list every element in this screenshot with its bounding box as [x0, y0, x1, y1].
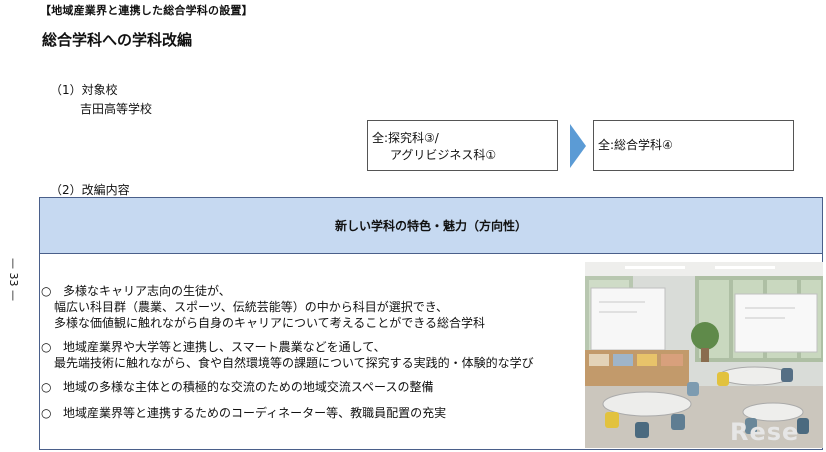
list-item-text: 地域産業界や大学等と連携し、スマート農業などを通して、 [63, 340, 386, 354]
features-banner-title: 新しい学科の特色・魅力（方向性） [334, 219, 527, 233]
list-item: ○ 多様なキャリア志向の生徒が、 幅広い科目群（農業、スポーツ、伝統芸能等）の中か… [41, 283, 485, 331]
page-title: 総合学科への学科改編 [42, 31, 193, 49]
list-item-text: 最先端技術に触れながら、食や自然環境等の課題について探究する実践的・体験的な学び [54, 356, 534, 370]
before-course-line1: 全:探究科③/ [372, 131, 439, 145]
section1-heading: （1）対象校 [50, 83, 118, 97]
section2-heading: （2）改編内容 [50, 183, 130, 197]
list-item-text: 幅広い科目群（農業、スポーツ、伝統芸能等）の中から科目が選択でき、 [54, 300, 448, 314]
after-course-box: 全:総合学科④ [593, 120, 794, 171]
features-banner: 新しい学科の特色・魅力（方向性） [39, 197, 823, 254]
list-item-text: 地域の多様な主体との積極的な交流のための地域交流スペースの整備 [63, 380, 434, 394]
bullet-circle-icon: ○ [41, 380, 52, 394]
bullet-circle-icon: ○ [41, 340, 52, 354]
before-course-line2: アグリビジネス科① [390, 148, 497, 162]
list-item: ○ 地域産業界等と連携するためのコーディネーター等、教職員配置の充実 [41, 405, 446, 421]
list-item-text: 多様な価値観に触れながら自身のキャリアについて考えることができる総合学科 [54, 316, 486, 330]
bullet-circle-icon: ○ [41, 284, 52, 298]
list-item-text: 地域産業界等と連携するためのコーディネーター等、教職員配置の充実 [63, 406, 447, 420]
after-course-label: 全:総合学科④ [598, 138, 673, 152]
before-course-box: 全:探究科③/ アグリビジネス科① [367, 120, 558, 171]
header-tag: 【地域産業界と連携した総合学科の設置】 [40, 4, 253, 17]
watermark-text: Rese [730, 418, 800, 446]
bullet-circle-icon: ○ [41, 406, 52, 420]
target-school: 吉田高等学校 [80, 102, 153, 116]
list-item: ○ 地域の多様な主体との積極的な交流のための地域交流スペースの整備 [41, 379, 433, 395]
right-arrow-icon [570, 124, 586, 168]
list-item-text: 多様なキャリア志向の生徒が、 [63, 284, 231, 298]
page-number: — 33 — [7, 258, 20, 301]
list-item: ○ 地域産業界や大学等と連携し、スマート農業などを通して、 最先端技術に触れながら… [41, 339, 534, 371]
